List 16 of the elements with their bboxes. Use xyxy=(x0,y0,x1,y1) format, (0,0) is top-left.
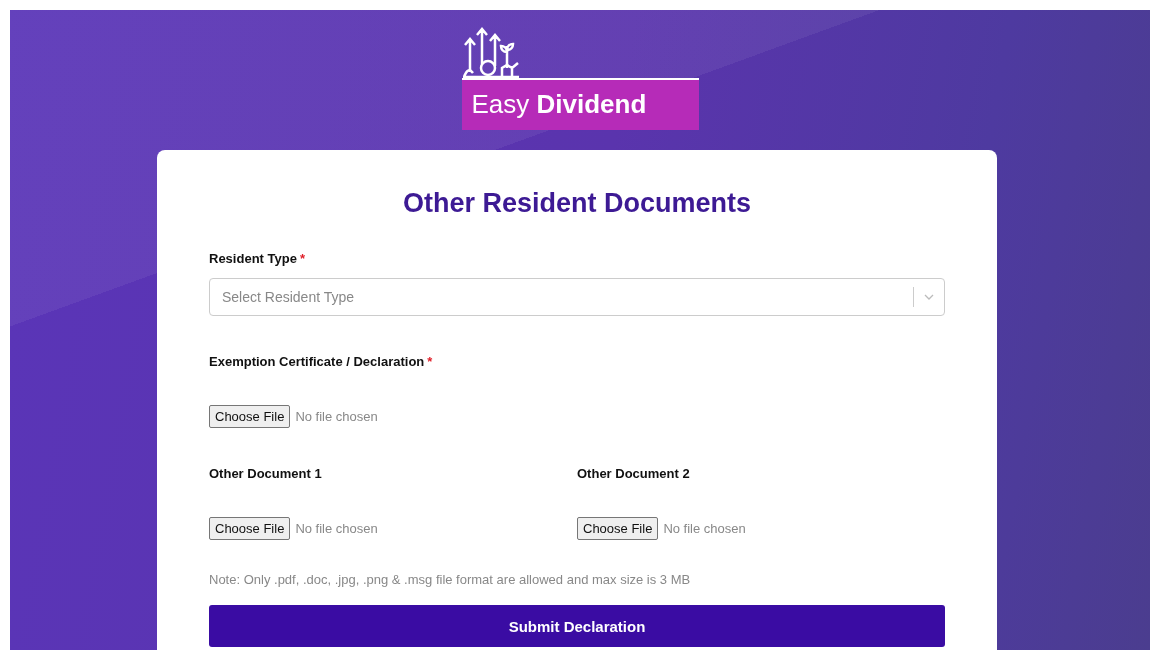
form-title: Other Resident Documents xyxy=(401,188,753,219)
field-label: Resident Type * xyxy=(209,251,305,266)
submit-button[interactable]: Submit Declaration xyxy=(209,605,945,647)
choose-file-button[interactable]: Choose File xyxy=(577,517,659,540)
file-status: No file chosen xyxy=(295,409,378,424)
choose-file-button[interactable]: Choose File xyxy=(209,517,291,540)
field-label: Exemption Certificate / Declaration * xyxy=(209,354,433,369)
file-note: Note: Only .pdf, .doc, .jpg, .png & .msg file format are allowed and max size is 3 MB xyxy=(209,572,692,587)
file-status: No file chosen xyxy=(663,521,746,536)
select-field[interactable]: Select Resident Type xyxy=(209,278,945,316)
field-label: Other Document 1 xyxy=(209,466,322,481)
choose-file-button[interactable]: Choose File xyxy=(209,405,291,428)
field-label: Other Document 2 xyxy=(577,466,690,481)
brand-name: Easy Dividend xyxy=(461,80,699,130)
file-status: No file chosen xyxy=(295,521,378,536)
chevron-down-icon xyxy=(924,294,934,300)
